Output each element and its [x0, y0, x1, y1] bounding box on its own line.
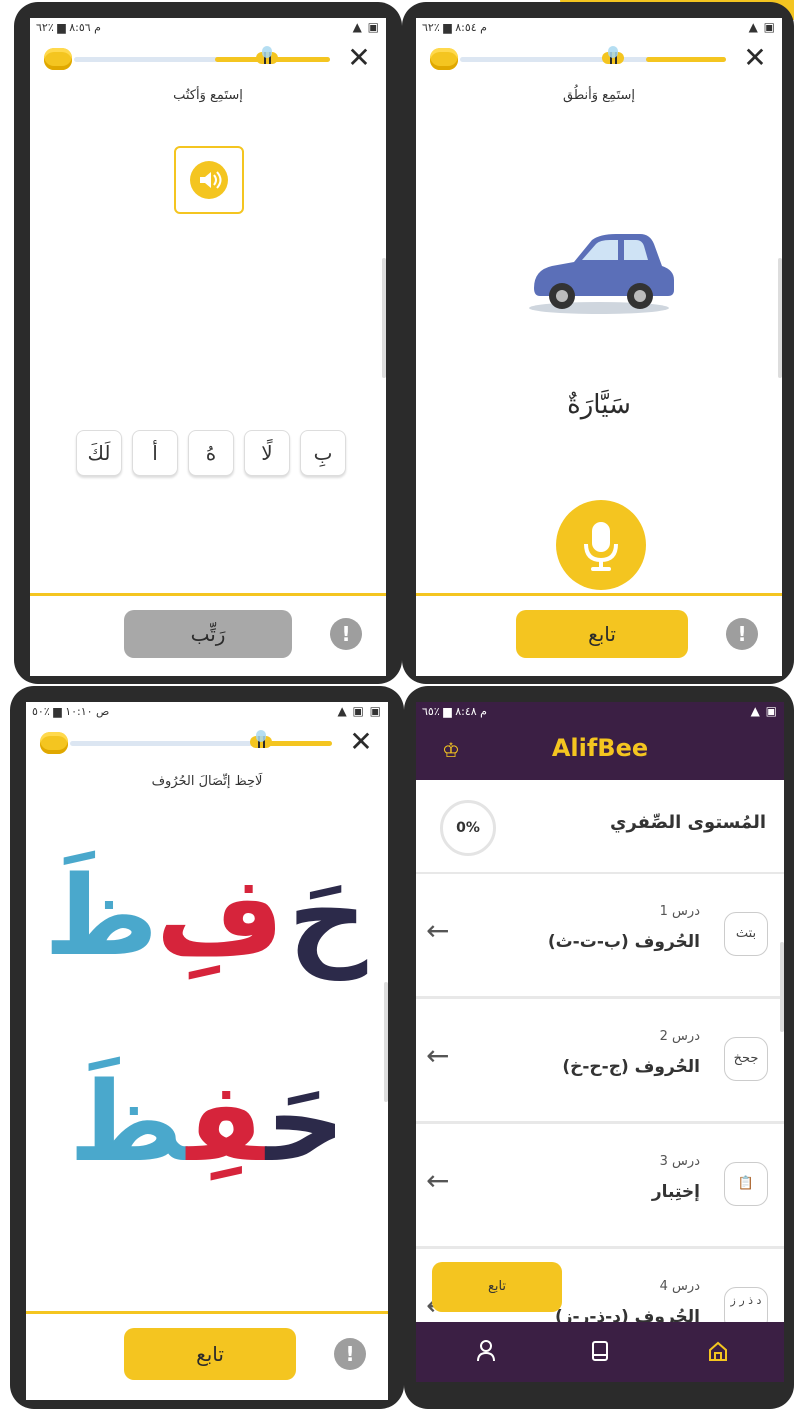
- lesson-item[interactable]: ← درس 1 الحُروف (ب-ت-ث) بتث: [416, 874, 784, 999]
- lesson-number: درس 4: [659, 1279, 700, 1294]
- status-time: م ٨:٤٨ ▆ ٪٦٥: [422, 705, 487, 718]
- lesson-item[interactable]: ← درس 2 الحُروف (ج-ح-خ) جحخ: [416, 999, 784, 1124]
- continue-button[interactable]: تابع: [124, 1328, 296, 1380]
- lesson-icon: جحخ: [724, 1037, 768, 1081]
- bottom-action-bar: تابع !: [26, 1311, 388, 1400]
- joined-part: فِ: [186, 1058, 266, 1186]
- status-bar: م ٨:٥٦ ▆ ٪٦٢ ▲ ▣: [30, 18, 386, 38]
- separate-letter: فِ: [156, 852, 284, 980]
- bottom-nav: [416, 1322, 784, 1382]
- arrow-left-icon: ←: [426, 1164, 450, 1197]
- beehive-icon: [430, 48, 458, 70]
- level-title: المُستوى الصِّفري: [609, 812, 766, 833]
- info-icon[interactable]: !: [330, 618, 362, 650]
- tile-letter[interactable]: هُ: [188, 430, 234, 476]
- status-bar: م ٨:٤٨ ▆ ٪٦٥ ▲ ▣: [416, 702, 784, 722]
- lesson-topbar: ✕: [30, 40, 386, 76]
- microphone-icon: [584, 522, 618, 571]
- word-text: سَيَّارَةٌ: [567, 390, 631, 420]
- status-icons: ▲ ▣: [748, 20, 776, 34]
- tile-letter[interactable]: أ: [132, 430, 178, 476]
- car-image: [524, 218, 674, 318]
- profile-icon[interactable]: [466, 1340, 506, 1372]
- info-icon[interactable]: !: [726, 618, 758, 650]
- screen-lessons: م ٨:٤٨ ▆ ٪٦٥ ▲ ▣ ♔ AlifBee 0% المُستوى ا…: [416, 702, 784, 1382]
- joined-word: حَفِظَ: [26, 1058, 388, 1186]
- app-header: ♔ AlifBee: [416, 722, 784, 780]
- home-icon[interactable]: [698, 1340, 738, 1372]
- speaker-button[interactable]: [174, 146, 244, 214]
- level-progress-circle: 0%: [440, 800, 496, 856]
- lesson-number: درس 1: [659, 904, 700, 919]
- phone-frame-letter-joining: ص ١٠:١٠ ▆ ٪٥٠ ▲ ▣ ▣ ✕ لَاحِظ إتِّصَالَ ا…: [10, 686, 404, 1409]
- lesson-name: إختِبار: [651, 1182, 700, 1202]
- scroll-handle[interactable]: [778, 258, 782, 378]
- book-icon[interactable]: [580, 1340, 620, 1372]
- arrow-left-icon: ←: [426, 1039, 450, 1072]
- tile-letter[interactable]: لَكَ: [76, 430, 122, 476]
- lesson-progress-bar: [70, 741, 332, 746]
- letter-tiles: لَكَ أ هُ لًا بِ: [76, 430, 346, 478]
- phone-frame-lessons: م ٨:٤٨ ▆ ٪٦٥ ▲ ▣ ♔ AlifBee 0% المُستوى ا…: [404, 686, 794, 1409]
- tile-letter[interactable]: لًا: [244, 430, 290, 476]
- close-button[interactable]: ✕: [344, 726, 378, 758]
- status-time: ص ١٠:١٠ ▆ ٪٥٠: [32, 705, 110, 718]
- screen-letter-joining: ص ١٠:١٠ ▆ ٪٥٠ ▲ ▣ ▣ ✕ لَاحِظ إتِّصَالَ ا…: [26, 702, 388, 1400]
- float-continue-button[interactable]: تابع: [432, 1262, 562, 1312]
- screen-listen-write: م ٨:٥٦ ▆ ٪٦٢ ▲ ▣ ✕ إستَمِع وَأكتُب لَكَ …: [30, 18, 386, 676]
- screen-listen-pronounce: م ٨:٥٤ ▆ ٪٦٢ ▲ ▣ ✕ إستَمِع وَأنطُق سَيَّ…: [416, 18, 782, 676]
- scroll-handle[interactable]: [384, 982, 388, 1102]
- exercise-title: إستَمِع وَأكتُب: [173, 88, 243, 103]
- status-bar: ص ١٠:١٠ ▆ ٪٥٠ ▲ ▣ ▣: [26, 702, 388, 722]
- status-time: م ٨:٥٦ ▆ ٪٦٢: [36, 21, 101, 34]
- bee-icon: [248, 730, 274, 750]
- bottom-action-bar: تابع !: [416, 593, 782, 676]
- arrow-left-icon: ←: [426, 914, 450, 947]
- scroll-handle[interactable]: [382, 258, 386, 378]
- lesson-number: درس 3: [659, 1154, 700, 1169]
- bee-icon: [254, 46, 280, 66]
- level-header: 0% المُستوى الصِّفري: [416, 780, 784, 875]
- lesson-progress-bar: [460, 57, 726, 62]
- bee-icon: [600, 46, 626, 66]
- lesson-name: الحُروف (ب-ت-ث): [547, 932, 700, 952]
- scroll-handle[interactable]: [780, 942, 784, 1032]
- phone-frame-listen-pronounce: م ٨:٥٤ ▆ ٪٦٢ ▲ ▣ ✕ إستَمِع وَأنطُق سَيَّ…: [402, 2, 794, 684]
- status-icons: ▲ ▣ ▣: [337, 704, 382, 718]
- separate-letter: ظَ: [44, 852, 159, 980]
- joined-part: حَ: [265, 1058, 346, 1186]
- bottom-action-bar: رَتِّب !: [30, 593, 386, 676]
- status-icons: ▲ ▣: [352, 20, 380, 34]
- status-icons: ▲ ▣: [750, 704, 778, 718]
- phone-frame-listen-write: م ٨:٥٦ ▆ ٪٦٢ ▲ ▣ ✕ إستَمِع وَأكتُب لَكَ …: [14, 2, 402, 684]
- beehive-icon: [44, 48, 72, 70]
- lesson-topbar: ✕: [416, 40, 782, 76]
- brand-logo: AlifBee: [551, 734, 649, 762]
- beehive-icon: [40, 732, 68, 754]
- close-button[interactable]: ✕: [342, 42, 376, 74]
- exercise-title: لَاحِظ إتِّصَالَ الحُرُوف: [151, 774, 263, 789]
- exercise-title: إستَمِع وَأنطُق: [562, 88, 635, 103]
- joined-part: ظَ: [68, 1058, 187, 1186]
- speaker-icon: [190, 161, 228, 199]
- tile-letter[interactable]: بِ: [300, 430, 346, 476]
- continue-button[interactable]: تابع: [516, 610, 688, 658]
- lesson-number: درس 2: [659, 1029, 700, 1044]
- info-icon[interactable]: !: [334, 1338, 366, 1370]
- lesson-topbar: ✕: [26, 724, 388, 760]
- status-time: م ٨:٥٤ ▆ ٪٦٢: [422, 21, 487, 34]
- close-button[interactable]: ✕: [738, 42, 772, 74]
- order-button[interactable]: رَتِّب: [124, 610, 292, 658]
- quiz-icon: 📋: [724, 1162, 768, 1206]
- lesson-progress-bar: [74, 57, 330, 62]
- separate-letter: حَ: [288, 852, 368, 980]
- lesson-name: الحُروف (ج-ح-خ): [562, 1057, 700, 1077]
- microphone-button[interactable]: [556, 500, 646, 590]
- status-bar: م ٨:٥٤ ▆ ٪٦٢ ▲ ▣: [416, 18, 782, 38]
- lesson-item[interactable]: ← درس 3 إختِبار 📋: [416, 1124, 784, 1249]
- lesson-icon: بتث: [724, 912, 768, 956]
